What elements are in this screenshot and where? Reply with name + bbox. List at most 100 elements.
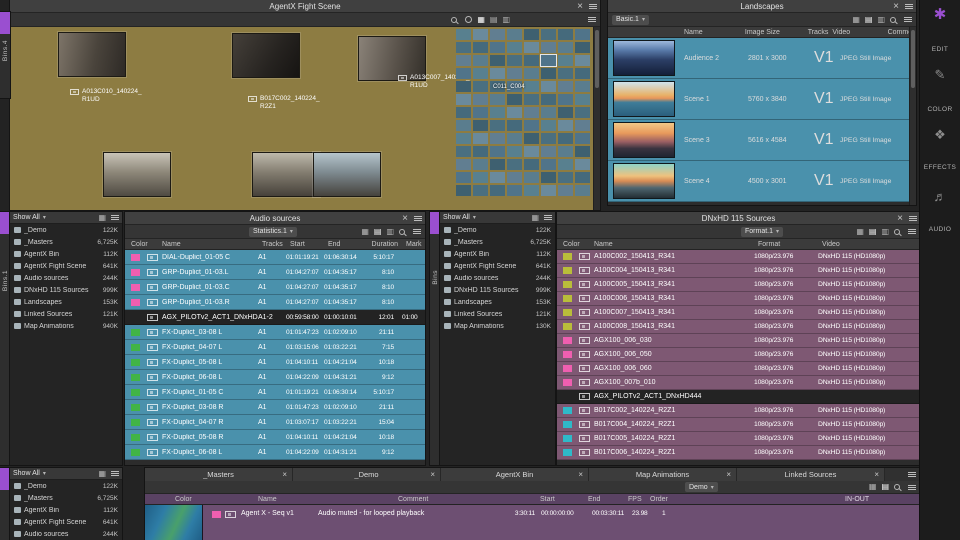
bin-filter-dropdown[interactable]: Show All▾ bbox=[13, 214, 46, 221]
bin-tab[interactable]: Map Animations × bbox=[589, 468, 737, 481]
grid-thumbnail[interactable] bbox=[524, 42, 539, 53]
close-icon[interactable]: × bbox=[402, 214, 408, 224]
bin-tab[interactable]: AgentX Bin × bbox=[441, 468, 589, 481]
clip-row[interactable]: Scene 4 4500 x 3001 V1 JPEG Still Image bbox=[608, 161, 916, 202]
tab-close-icon[interactable]: × bbox=[578, 471, 583, 479]
column-header[interactable]: Order bbox=[650, 496, 668, 503]
view-preset-dropdown[interactable]: Statistics.1▾ bbox=[249, 227, 297, 237]
close-icon[interactable]: × bbox=[893, 2, 899, 12]
grid-thumbnail[interactable] bbox=[524, 29, 539, 40]
grid-thumbnail[interactable] bbox=[456, 29, 471, 40]
grid-thumbnail[interactable] bbox=[541, 185, 556, 196]
bin-list-item[interactable]: Linked Sources 121K bbox=[10, 308, 122, 320]
clip-row[interactable]: B017C002_140224_R2Z1 1080p/23.976 DNxHD … bbox=[557, 404, 920, 418]
clip-row[interactable]: AGX100_007b_010 1080p/23.976 DNxHD 115 (… bbox=[557, 376, 920, 390]
grid-thumbnail[interactable] bbox=[541, 159, 556, 170]
grid-thumbnail[interactable] bbox=[558, 42, 573, 53]
text-view-icon[interactable]: ▤ bbox=[869, 228, 877, 236]
fast-menu-icon[interactable] bbox=[111, 471, 119, 476]
grid-view-icon[interactable]: ▦ bbox=[531, 214, 539, 222]
column-header[interactable]: Duration bbox=[366, 241, 398, 248]
grid-thumbnail[interactable] bbox=[575, 29, 590, 40]
clip-row[interactable]: B017C004_140224_R2Z1 1080p/23.976 DNxHD … bbox=[557, 418, 920, 432]
column-header[interactable]: FPS bbox=[628, 496, 642, 503]
clip-row[interactable]: Audience 2 2801 x 3000 V1 JPEG Still Ima… bbox=[608, 38, 916, 79]
grid-thumbnail[interactable] bbox=[575, 185, 590, 196]
clip-row[interactable]: GRP-Duplict_01-03.R A1 01:04:27:07 01:04… bbox=[125, 295, 425, 310]
audio-workspace-icon[interactable]: ♬ bbox=[920, 188, 960, 206]
grid-thumbnail[interactable] bbox=[558, 185, 573, 196]
column-view-icon[interactable]: ▥ bbox=[881, 228, 889, 236]
grid-thumbnail[interactable] bbox=[575, 107, 590, 118]
clip-label[interactable]: B017C002_140224_ R2Z1 bbox=[248, 95, 320, 111]
grid-thumbnail[interactable] bbox=[456, 107, 471, 118]
bin-list-item[interactable]: _Demo 122K bbox=[10, 480, 122, 492]
clip-thumbnail[interactable] bbox=[252, 152, 320, 197]
grid-thumbnail[interactable] bbox=[490, 107, 505, 118]
grid-thumbnail[interactable] bbox=[558, 94, 573, 105]
grid-thumbnail[interactable] bbox=[507, 55, 522, 66]
grid-thumbnail[interactable] bbox=[473, 185, 488, 196]
grid-thumbnail[interactable] bbox=[490, 146, 505, 157]
column-header[interactable]: Start bbox=[540, 496, 555, 503]
grid-thumbnail[interactable] bbox=[524, 159, 539, 170]
bin-list-item[interactable]: DNxHD 115 Sources 999K bbox=[10, 284, 122, 296]
clip-row[interactable]: AGX100_006_050 1080p/23.976 DNxHD 115 (H… bbox=[557, 348, 920, 362]
tab-close-icon[interactable]: × bbox=[430, 471, 435, 479]
clip-row[interactable]: A100C006_150413_R341 1080p/23.976 DNxHD … bbox=[557, 292, 920, 306]
grid-thumbnail[interactable] bbox=[541, 146, 556, 157]
clip-row[interactable]: AGX_PILOTv2_ACT1_DNxHD444 A1-2 00:59:58:… bbox=[125, 310, 425, 325]
column-header[interactable]: End bbox=[588, 496, 600, 503]
scroll-thumb[interactable] bbox=[911, 30, 915, 88]
column-header[interactable]: End bbox=[328, 241, 366, 248]
grid-thumbnail[interactable] bbox=[507, 120, 522, 131]
clip-row[interactable]: FX-Duplict_03-08 L A1 01:01:47:23 01:02:… bbox=[125, 325, 425, 340]
bin-list-item[interactable]: AgentX Bin 112K bbox=[10, 504, 122, 516]
color-workspace-icon[interactable]: ✎ bbox=[920, 66, 960, 84]
grid-view-icon[interactable]: ▦ bbox=[98, 214, 106, 222]
bin-list-item[interactable]: AgentX Bin 112K bbox=[440, 248, 555, 260]
fast-menu-icon[interactable] bbox=[588, 17, 596, 22]
grid-thumbnail[interactable] bbox=[456, 42, 471, 53]
grid-thumbnail[interactable] bbox=[575, 172, 590, 183]
view-preset-dropdown[interactable]: Basic.1▾ bbox=[612, 15, 649, 25]
grid-thumbnail[interactable] bbox=[456, 185, 471, 196]
clip-row[interactable]: B017C005_140224_R2Z1 1080p/23.976 DNxHD … bbox=[557, 432, 920, 446]
grid-thumbnail[interactable] bbox=[507, 29, 522, 40]
bin-list-item[interactable]: Landscapes 153K bbox=[10, 296, 122, 308]
grid-thumbnail[interactable] bbox=[456, 120, 471, 131]
bin-list-item[interactable]: Audio sources 244K bbox=[10, 272, 122, 284]
grid-thumbnail[interactable] bbox=[490, 172, 505, 183]
bin-tab[interactable]: _Demo × bbox=[293, 468, 441, 481]
window-titlebar[interactable]: Landscapes × bbox=[608, 0, 916, 13]
text-view-icon[interactable]: ▤ bbox=[881, 483, 889, 491]
grid-thumbnail[interactable] bbox=[524, 133, 539, 144]
grid-thumbnail[interactable] bbox=[524, 81, 539, 92]
column-header[interactable]: Color bbox=[557, 241, 594, 248]
clip-row[interactable]: Scene 1 5760 x 3840 V1 JPEG Still Image bbox=[608, 79, 916, 120]
bin-list-item[interactable]: Audio sources 244K bbox=[10, 528, 122, 540]
search-icon[interactable] bbox=[451, 17, 457, 23]
view-preset-dropdown[interactable]: Demo▾ bbox=[685, 482, 718, 492]
bin-list-item[interactable]: Audio sources 244K bbox=[440, 272, 555, 284]
search-icon[interactable] bbox=[399, 229, 405, 235]
grid-thumbnail[interactable] bbox=[558, 68, 573, 79]
frame-view-icon[interactable]: ▦ bbox=[856, 228, 864, 236]
clip-row[interactable]: FX-Duplict_05-08 R A1 01:04:10:11 01:04:… bbox=[125, 430, 425, 445]
text-view-icon[interactable]: ▤ bbox=[865, 16, 873, 24]
grid-thumbnail[interactable] bbox=[558, 81, 573, 92]
clip-thumbnail[interactable] bbox=[103, 152, 171, 197]
grid-thumbnail[interactable] bbox=[524, 120, 539, 131]
grid-thumbnail[interactable] bbox=[456, 94, 471, 105]
clip-label[interactable]: A013C010_140224_ R1UD bbox=[70, 88, 142, 104]
grid-thumbnail[interactable] bbox=[524, 146, 539, 157]
script-view-icon[interactable] bbox=[465, 16, 472, 23]
window-titlebar[interactable]: Audio sources × bbox=[125, 212, 425, 225]
workspace-audio-label[interactable]: AUDIO bbox=[920, 218, 960, 236]
column-header[interactable]: Image Size bbox=[745, 29, 808, 36]
grid-thumbnail[interactable] bbox=[473, 29, 488, 40]
grid-thumbnail[interactable] bbox=[456, 159, 471, 170]
fast-menu-icon[interactable] bbox=[111, 215, 119, 220]
grid-thumbnail[interactable] bbox=[575, 42, 590, 53]
docked-tab-bins-2[interactable]: Bins bbox=[430, 212, 440, 465]
